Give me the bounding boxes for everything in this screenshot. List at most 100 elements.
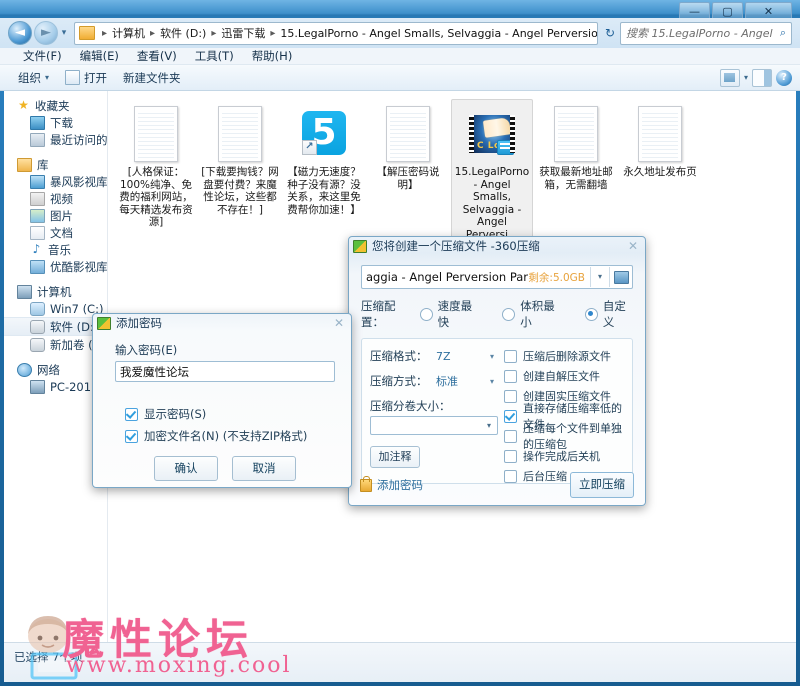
checkbox-separate-archives[interactable]: 压缩每个文件到单独的压缩包 bbox=[504, 422, 624, 451]
file-item[interactable]: [人格保证：100%纯净、免费的福利网站，每天精选发布资源] bbox=[115, 99, 197, 246]
video-file-icon: C Low bbox=[469, 104, 515, 162]
close-icon[interactable]: ✕ bbox=[625, 239, 641, 253]
sidebar-item-computer[interactable]: 计算机 bbox=[4, 283, 107, 300]
compress-config-label: 压缩配置： bbox=[361, 299, 396, 329]
organize-button[interactable]: 组织 ▾ bbox=[10, 70, 57, 86]
breadcrumb-item-drive[interactable]: 软件 (D:) bbox=[158, 25, 208, 41]
breadcrumb[interactable]: ▸ 计算机 ▸ 软件 (D:) ▸ 迅雷下载 ▸ 15.LegalPorno -… bbox=[74, 21, 598, 45]
file-item[interactable]: 获取最新地址邮箱，无需翻墙 bbox=[535, 99, 617, 246]
new-folder-button[interactable]: 新建文件夹 bbox=[115, 70, 189, 86]
sidebar-item-videos[interactable]: 视频 bbox=[4, 190, 107, 207]
sidebar-item-favorites[interactable]: ★ 收藏夹 bbox=[4, 97, 107, 114]
chevron-down-icon[interactable]: ▾ bbox=[590, 267, 609, 287]
download-folder-icon bbox=[30, 115, 45, 130]
sidebar-label: 文档 bbox=[50, 225, 73, 240]
browse-folder-button[interactable] bbox=[609, 267, 632, 287]
sidebar-label: 图片 bbox=[50, 208, 73, 223]
sidebar-item-youku-library[interactable]: 优酷影视库 bbox=[4, 258, 107, 275]
chevron-down-icon[interactable]: ▾ bbox=[490, 352, 498, 361]
sidebar-item-documents[interactable]: 文档 bbox=[4, 224, 107, 241]
video-library-icon bbox=[30, 191, 45, 206]
history-dropdown-icon[interactable]: ▾ bbox=[58, 28, 70, 38]
file-item[interactable]: 5 ↗ 【磁力无速度？种子没有源？没关系，来这里免费帮你加速！】 bbox=[283, 99, 365, 246]
compress-dialog-body: aggia - Angel Perversion Part 2 GIO405.7… bbox=[349, 255, 645, 484]
text-document-icon bbox=[385, 104, 431, 162]
checkbox-encrypt-filenames[interactable]: 加密文件名(N) (不支持ZIP格式) bbox=[125, 428, 335, 444]
back-button[interactable]: ◄ bbox=[8, 21, 32, 45]
forward-button[interactable]: ► bbox=[34, 21, 58, 45]
sidebar-label: 音乐 bbox=[48, 242, 71, 257]
close-icon[interactable]: ✕ bbox=[331, 316, 347, 330]
sidebar-group-favorites: ★ 收藏夹 下载 最近访问的位置 bbox=[4, 97, 107, 148]
sidebar-item-recent-places[interactable]: 最近访问的位置 bbox=[4, 131, 107, 148]
radio-fastest[interactable]: 速度最快 bbox=[419, 298, 479, 330]
breadcrumb-item-current[interactable]: 15.LegalPorno - Angel Smalls, Selvaggia … bbox=[278, 27, 597, 40]
sidebar-item-downloads[interactable]: 下载 bbox=[4, 114, 107, 131]
menu-bar: 文件(F) 编辑(E) 查看(V) 工具(T) 帮助(H) bbox=[0, 48, 800, 65]
sidebar-item-pictures[interactable]: 图片 bbox=[4, 207, 107, 224]
add-password-dialog[interactable]: 添加密码 ✕ 输入密码(E) 我爱魔性论坛 显示密码(S) 加密文件名(N) (… bbox=[92, 313, 352, 488]
file-item[interactable]: [下载要掏钱？网盘要付费？来魔性论坛，这些都不存在！] bbox=[199, 99, 281, 246]
radio-label: 速度最快 bbox=[437, 299, 473, 329]
checkbox-self-extracting[interactable]: 创建自解压文件 bbox=[504, 368, 624, 384]
password-dialog-title: 添加密码 bbox=[116, 316, 162, 330]
confirm-button[interactable]: 确认 bbox=[154, 456, 218, 481]
chevron-down-icon[interactable]: ▾ bbox=[481, 421, 497, 430]
add-password-label: 添加密码 bbox=[377, 478, 423, 492]
compress-now-button[interactable]: 立即压缩 bbox=[570, 472, 634, 498]
breadcrumb-item-downloads[interactable]: 迅雷下载 bbox=[219, 25, 267, 41]
checkbox-show-password[interactable]: 显示密码(S) bbox=[125, 406, 335, 422]
password-input-label: 输入密码(E) bbox=[115, 343, 178, 357]
help-icon[interactable]: ? bbox=[776, 69, 792, 86]
method-row[interactable]: 压缩方式： 标准 ▾ bbox=[370, 373, 498, 389]
split-label-row: 压缩分卷大小： bbox=[370, 398, 498, 414]
system-drive-icon bbox=[30, 301, 45, 316]
radio-custom[interactable]: 自定义 bbox=[584, 298, 633, 330]
archive-name-row[interactable]: aggia - Angel Perversion Part 2 GIO405.7… bbox=[361, 265, 633, 289]
split-size-select[interactable]: ▾ bbox=[370, 416, 498, 435]
archive-name-input[interactable]: aggia - Angel Perversion Part 2 GIO405.7… bbox=[362, 270, 528, 284]
password-input[interactable]: 我爱魔性论坛 bbox=[115, 361, 335, 382]
add-password-link[interactable]: 添加密码 bbox=[360, 475, 423, 493]
file-name: 永久地址发布页 bbox=[623, 166, 697, 178]
sidebar-item-libraries[interactable]: 库 bbox=[4, 156, 107, 173]
sidebar-label: 库 bbox=[37, 157, 49, 172]
sidebar-label: 最近访问的位置 bbox=[50, 132, 108, 147]
text-document-icon bbox=[637, 104, 683, 162]
menu-help[interactable]: 帮助(H) bbox=[243, 48, 302, 64]
cancel-button[interactable]: 取消 bbox=[232, 456, 296, 481]
compress-options-left: 压缩格式： 7Z ▾ 压缩方式： 标准 ▾ 压缩分卷大小： ▾ 加注释 bbox=[370, 348, 498, 483]
music-library-icon: ♪ bbox=[32, 241, 41, 256]
radio-label: 体积最小 bbox=[520, 299, 555, 329]
menu-file[interactable]: 文件(F) bbox=[14, 48, 71, 64]
preview-pane-icon[interactable] bbox=[752, 68, 772, 87]
search-input[interactable]: 搜索 15.LegalPorno - Angel Smalls... bbox=[621, 25, 775, 41]
search-box[interactable]: 搜索 15.LegalPorno - Angel Smalls... ⌕ bbox=[620, 21, 792, 45]
password-dialog-titlebar: 添加密码 ✕ bbox=[93, 314, 351, 332]
checkbox-delete-source[interactable]: 压缩后删除源文件 bbox=[504, 348, 624, 364]
refresh-button[interactable]: ↻ bbox=[600, 26, 620, 40]
menu-tools[interactable]: 工具(T) bbox=[186, 48, 243, 64]
format-row[interactable]: 压缩格式： 7Z ▾ bbox=[370, 348, 498, 364]
file-item[interactable]: 【解压密码说明】 bbox=[367, 99, 449, 246]
breadcrumb-item-computer[interactable]: 计算机 bbox=[110, 25, 147, 41]
radio-smallest[interactable]: 体积最小 bbox=[502, 298, 561, 330]
method-value: 标准 bbox=[436, 375, 458, 388]
compress-dialog[interactable]: 您将创建一个压缩文件 -360压缩 ✕ aggia - Angel Perver… bbox=[348, 236, 646, 506]
text-document-icon bbox=[217, 104, 263, 162]
file-name: 【解压密码说明】 bbox=[376, 166, 440, 191]
chevron-down-icon[interactable]: ▾ bbox=[744, 73, 748, 82]
file-item[interactable]: 永久地址发布页 bbox=[619, 99, 701, 246]
menu-view[interactable]: 查看(V) bbox=[128, 48, 186, 64]
file-name: 15.LegalPorno - Angel Smalls, Selvaggia … bbox=[454, 166, 530, 241]
breadcrumb-separator: ▸ bbox=[270, 27, 276, 39]
open-button[interactable]: 打开 bbox=[57, 70, 115, 86]
chevron-down-icon[interactable]: ▾ bbox=[490, 377, 498, 386]
change-view-icon[interactable] bbox=[719, 68, 740, 87]
sidebar-item-music[interactable]: ♪ 音乐 bbox=[4, 241, 107, 258]
file-item-selected[interactable]: C Low 15.LegalPorno - Angel Smalls, Selv… bbox=[451, 99, 533, 246]
menu-edit[interactable]: 编辑(E) bbox=[71, 48, 128, 64]
toolbar: 组织 ▾ 打开 新建文件夹 ▾ ? bbox=[0, 65, 800, 91]
compress-dialog-footer: 添加密码 立即压缩 bbox=[348, 464, 646, 506]
sidebar-item-baofeng-library[interactable]: 暴风影视库 bbox=[4, 173, 107, 190]
